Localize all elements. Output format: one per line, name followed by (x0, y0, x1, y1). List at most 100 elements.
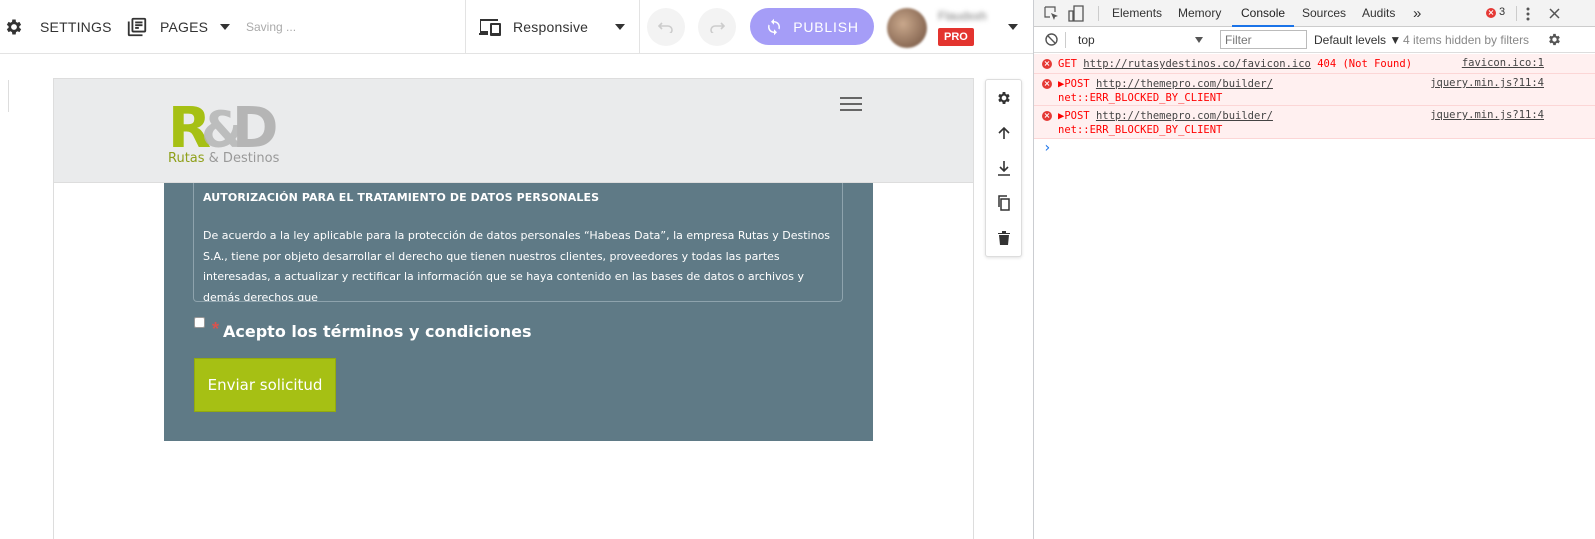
console-message-text: ▶POST http://themepro.com/builder/ net::… (1058, 77, 1273, 105)
page-canvas: R & D Rutas & Destinos AUTORIZACIÓN PARA… (53, 78, 974, 539)
console-message-text: ▶POST http://themepro.com/builder/ net::… (1058, 109, 1273, 137)
submit-button[interactable]: Enviar solicitud (194, 358, 336, 412)
tab-sources[interactable]: Sources (1302, 0, 1346, 27)
devices-icon (479, 19, 501, 36)
request-url[interactable]: http://rutasydestinos.co/favicon.ico (1083, 58, 1311, 70)
kebab-icon[interactable] (1526, 7, 1530, 21)
source-link[interactable]: favicon.ico:1 (1462, 57, 1544, 69)
accept-terms-checkbox[interactable] (194, 317, 205, 328)
console-message[interactable]: × ▶POST http://themepro.com/builder/ net… (1034, 74, 1595, 106)
block-settings-button[interactable] (986, 80, 1021, 115)
move-up-button[interactable] (986, 115, 1021, 150)
required-mark: * (212, 319, 220, 339)
error-count[interactable]: 3 (1499, 6, 1505, 18)
copy-icon (997, 194, 1010, 211)
hidden-items-note: 4 items hidden by filters (1403, 33, 1530, 47)
contact-form-section[interactable]: AUTORIZACIÓN PARA EL TRATAMIENTO DE DATO… (164, 183, 873, 441)
tab-audits[interactable]: Audits (1362, 0, 1395, 27)
caret-down-icon (1195, 37, 1203, 43)
device-label: Responsive (513, 19, 589, 35)
request-status: 404 (Not Found) (1317, 58, 1413, 70)
request-method: GET (1058, 58, 1077, 70)
console-filter-bar: top Default levels ▼ 4 items hidden by f… (1034, 27, 1595, 53)
delete-button[interactable] (986, 220, 1021, 255)
request-status: net::ERR_BLOCKED_BY_CLIENT (1058, 92, 1223, 104)
svg-text:D: D (232, 97, 276, 153)
hamburger-icon[interactable] (840, 97, 862, 111)
device-select[interactable]: Responsive (478, 0, 630, 54)
context-select[interactable]: top (1070, 30, 1240, 50)
logo: R & D (168, 97, 282, 153)
logo-tagline: Rutas & Destinos (168, 151, 279, 166)
console-message[interactable]: × ▶POST http://themepro.com/builder/ net… (1034, 106, 1595, 139)
save-status: Saving ... (246, 20, 297, 34)
devtools-tabbar: Elements Memory Console Sources Audits »… (1034, 0, 1595, 27)
source-link[interactable]: jquery.min.js?11:4 (1430, 77, 1544, 89)
divider (1516, 6, 1517, 21)
tab-elements[interactable]: Elements (1112, 0, 1162, 27)
pages-label: PAGES (160, 19, 209, 35)
console-message[interactable]: × GET http://rutasydestinos.co/favicon.i… (1034, 54, 1595, 74)
publish-button[interactable]: PUBLISH (750, 8, 874, 45)
undo-icon (658, 22, 673, 33)
caret-down-icon[interactable] (1008, 24, 1018, 30)
terms-title: AUTORIZACIÓN PARA EL TRATAMIENTO DE DATO… (203, 191, 600, 204)
tab-console[interactable]: Console (1232, 0, 1295, 27)
more-tabs-button[interactable]: » (1413, 0, 1421, 27)
arrow-up-icon (997, 126, 1010, 139)
terms-body: De acuerdo a la ley aplicable para la pr… (203, 229, 831, 302)
caret-down-icon (220, 24, 231, 30)
pro-badge: PRO (938, 28, 974, 46)
context-label: top (1078, 33, 1095, 47)
duplicate-button[interactable] (986, 185, 1021, 220)
logo-tagline-part1: Rutas (168, 151, 205, 166)
divider (639, 0, 640, 54)
settings-button[interactable]: SETTINGS (4, 0, 112, 54)
console-filter-input[interactable] (1220, 30, 1307, 49)
request-method: ▶POST (1058, 78, 1090, 90)
divider (8, 80, 9, 112)
user-name: Flaudxxh (938, 9, 987, 23)
device-toolbar-icon[interactable] (1068, 5, 1084, 22)
page-builder: SETTINGS PAGES Saving ... Responsive PUB… (0, 0, 1033, 539)
publish-label: PUBLISH (793, 18, 859, 35)
tab-memory[interactable]: Memory (1178, 0, 1221, 27)
gear-icon (997, 91, 1010, 104)
request-status: net::ERR_BLOCKED_BY_CLIENT (1058, 124, 1223, 136)
sync-icon (768, 18, 781, 35)
gear-icon (6, 19, 22, 35)
request-url[interactable]: http://themepro.com/builder/ (1096, 110, 1273, 122)
devtools-panel: Elements Memory Console Sources Audits »… (1033, 0, 1595, 539)
console-message-text: GET http://rutasydestinos.co/favicon.ico… (1058, 57, 1412, 71)
error-icon: × (1042, 79, 1052, 89)
avatar[interactable] (887, 8, 927, 48)
error-icon: × (1042, 111, 1052, 121)
clear-console-icon[interactable] (1045, 33, 1058, 46)
redo-icon (710, 22, 725, 33)
divider (465, 0, 466, 54)
gear-icon[interactable] (1547, 32, 1562, 47)
source-link[interactable]: jquery.min.js?11:4 (1430, 109, 1544, 121)
settings-label: SETTINGS (40, 19, 112, 35)
terms-box[interactable]: AUTORIZACIÓN PARA EL TRATAMIENTO DE DATO… (193, 183, 843, 302)
divider (1065, 32, 1066, 48)
inspect-icon[interactable] (1044, 6, 1059, 21)
app-window: SETTINGS PAGES Saving ... Responsive PUB… (0, 0, 1595, 539)
redo-button[interactable] (698, 8, 736, 46)
log-levels-select[interactable]: Default levels ▼ (1314, 33, 1401, 47)
site-header[interactable]: R & D Rutas & Destinos (54, 79, 973, 183)
console-prompt[interactable]: › (1043, 140, 1051, 156)
trash-icon (997, 230, 1010, 245)
error-icon: × (1042, 59, 1052, 69)
undo-button[interactable] (647, 8, 685, 46)
pages-icon (127, 17, 147, 37)
download-icon (997, 160, 1010, 176)
pages-button[interactable]: PAGES (126, 0, 231, 54)
divider (1098, 6, 1099, 21)
move-down-button[interactable] (986, 150, 1021, 185)
block-toolbar (985, 79, 1022, 257)
accept-terms-label: Acepto los términos y condiciones (223, 322, 532, 341)
close-icon[interactable] (1549, 8, 1560, 19)
request-url[interactable]: http://themepro.com/builder/ (1096, 78, 1273, 90)
request-method: ▶POST (1058, 110, 1090, 122)
